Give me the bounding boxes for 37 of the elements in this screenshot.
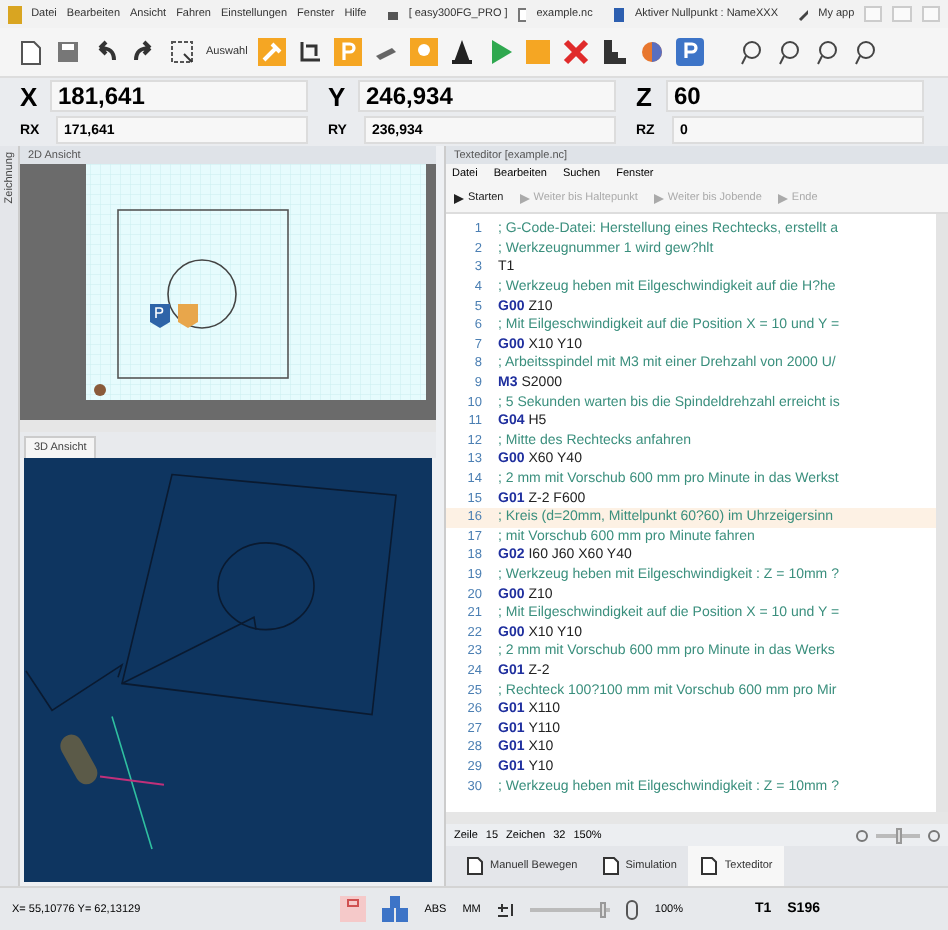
cone-icon[interactable] <box>447 38 476 66</box>
axes-icon[interactable] <box>295 38 324 66</box>
feed-icon <box>496 900 515 918</box>
coordinate-field: 181,641 <box>50 80 308 112</box>
mouse-icon <box>626 899 639 919</box>
new-file-icon[interactable] <box>16 38 44 66</box>
action-icon <box>777 193 788 203</box>
app-logo-icon <box>8 5 22 23</box>
coordinate-field: 60 <box>666 80 924 112</box>
tool-drawing <box>56 715 165 850</box>
slider-thumb[interactable] <box>599 901 606 917</box>
circle-path <box>167 259 237 329</box>
parking-sign-icon[interactable] <box>675 38 704 66</box>
axis-label: Z <box>636 81 654 111</box>
action-icon <box>519 193 530 203</box>
pencil-icon <box>798 7 809 21</box>
origin-icon <box>94 384 106 396</box>
zoom-out-icon <box>856 829 868 841</box>
scrollbar[interactable] <box>446 812 948 824</box>
parking-marker-icon <box>150 304 170 328</box>
file-icon <box>517 7 527 21</box>
cubes-icon <box>382 896 409 922</box>
action-icon <box>454 193 464 203</box>
steps-icon[interactable] <box>599 38 628 66</box>
zoom-in-icon <box>928 829 940 841</box>
scrollbar[interactable] <box>20 420 436 432</box>
action-icon <box>653 193 664 203</box>
drawing-canvas[interactable] <box>20 164 436 420</box>
axis-label: X <box>20 81 40 111</box>
axis-label: Y <box>328 81 348 111</box>
cancel-icon[interactable] <box>561 38 590 66</box>
sphere-icon[interactable] <box>637 38 666 66</box>
selection-icon[interactable] <box>168 38 196 66</box>
save-icon[interactable] <box>54 38 82 66</box>
slider-thumb[interactable] <box>895 827 901 843</box>
tool-marker-icon <box>178 304 198 328</box>
coordinate-field: 246,934 <box>358 80 616 112</box>
